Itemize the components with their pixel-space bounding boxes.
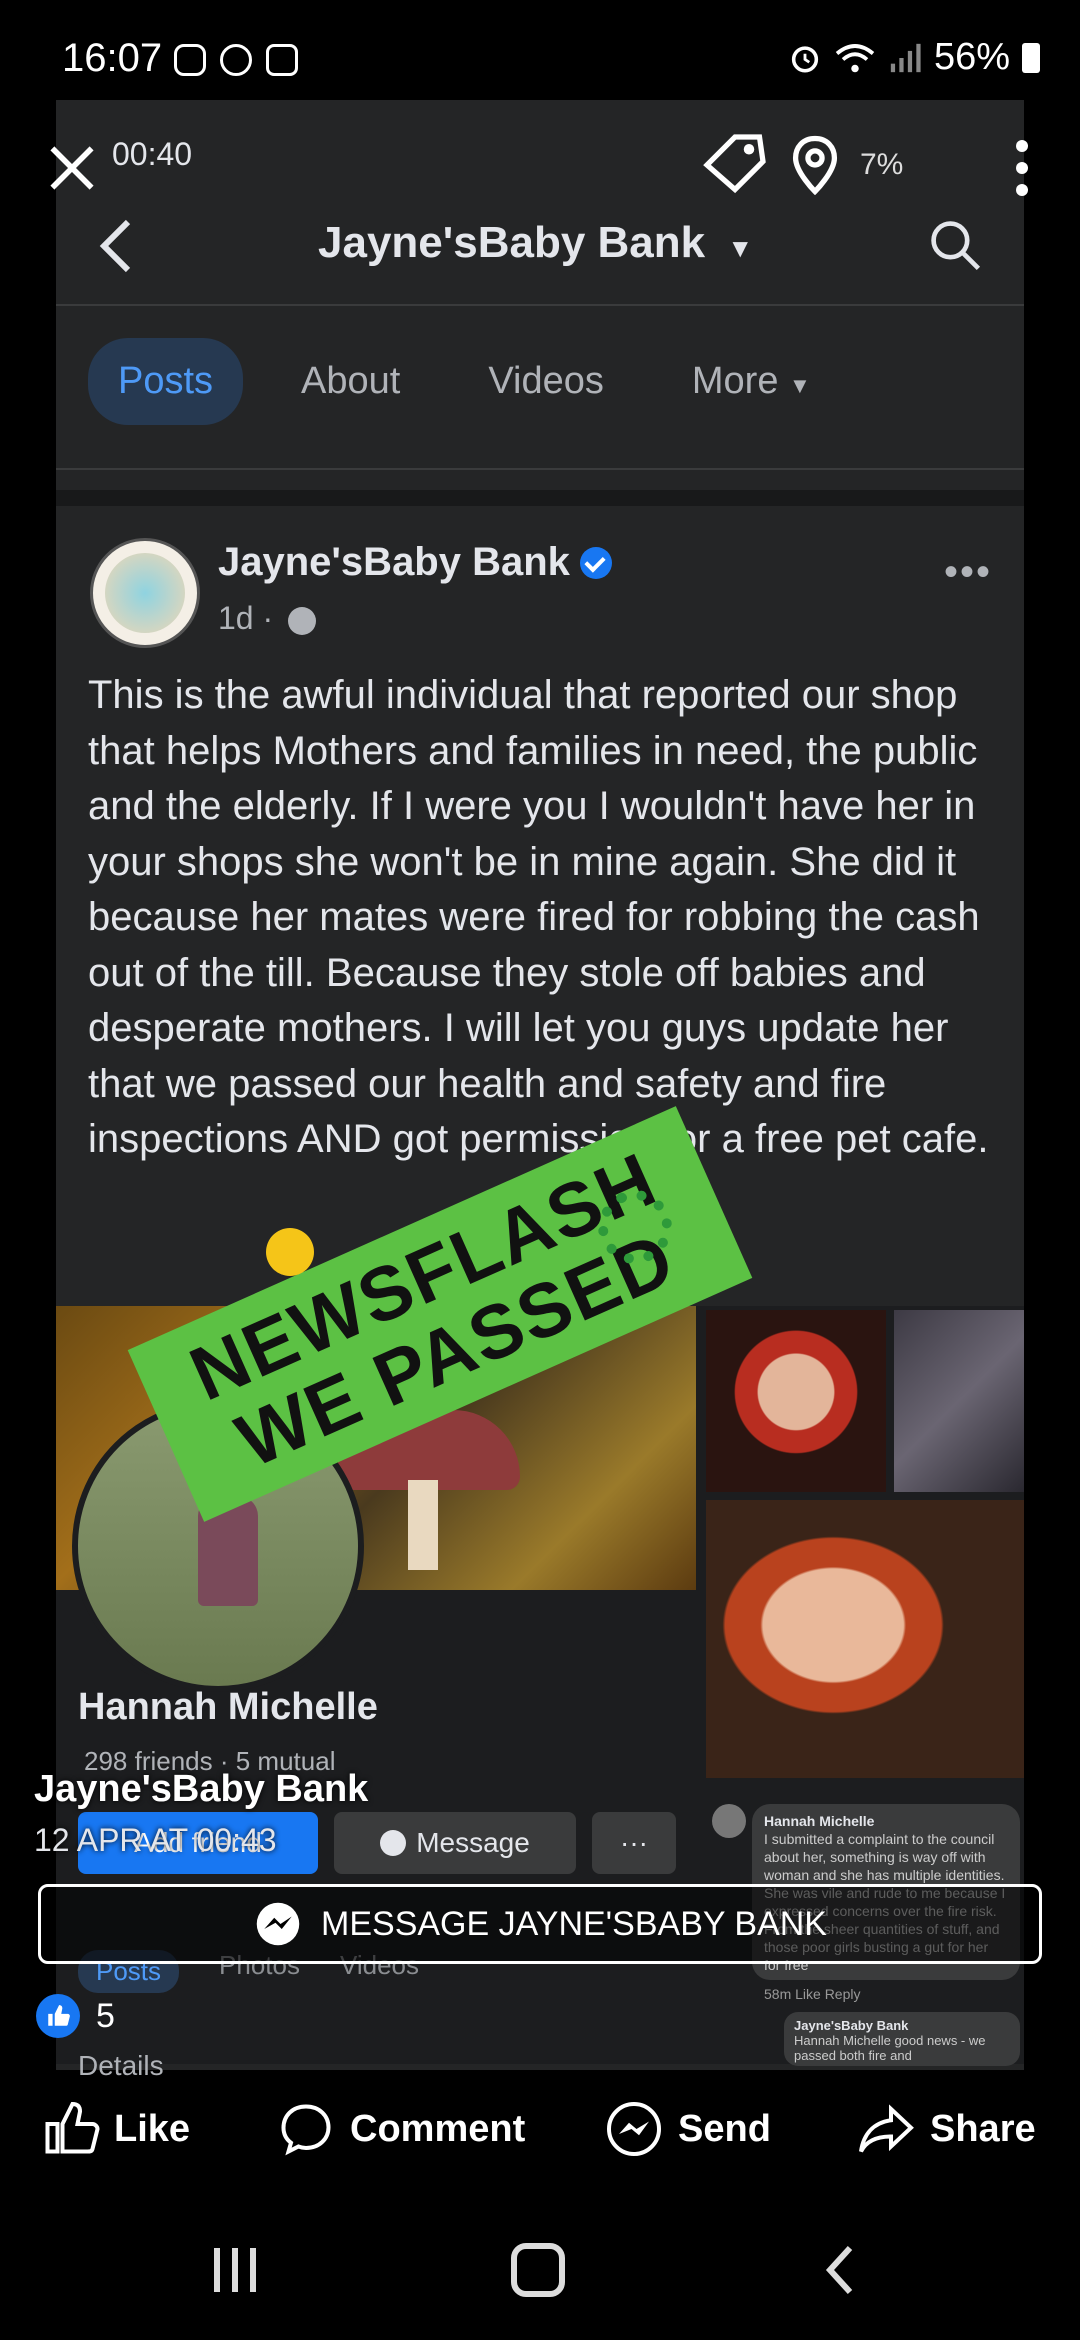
emoji-icon (266, 1228, 314, 1276)
messenger-icon (256, 1902, 300, 1946)
messenger-icon (607, 2102, 661, 2156)
signal-icon (890, 43, 921, 72)
page-title[interactable]: Jayne'sBaby Bank ▼ (318, 218, 753, 268)
tabs-divider (56, 468, 1024, 470)
photo-thumb-2 (894, 1310, 1024, 1492)
tab-more[interactable]: More ▼ (662, 338, 841, 425)
photo-thumb-1 (706, 1310, 886, 1492)
battery-icon (1022, 42, 1040, 73)
profile-more-button: ··· (592, 1812, 676, 1874)
battery-percent: 56% (933, 36, 1010, 78)
mushroom-stem (408, 1480, 438, 1570)
system-nav-bar (0, 2220, 1080, 2320)
reply-bubble: Jayne'sBaby Bank Hannah Michelle good ne… (784, 2012, 1020, 2066)
verified-badge-icon (579, 546, 612, 579)
tab-about[interactable]: About (271, 338, 430, 425)
share-button[interactable]: Share (856, 2099, 1036, 2159)
header-divider (56, 304, 1024, 306)
post-more-icon[interactable]: ••• (944, 550, 992, 595)
video-inner-battery: 7% (860, 148, 904, 181)
commenter-avatar (712, 1804, 746, 1838)
tag-icon[interactable] (700, 130, 770, 200)
checkbox-icon (266, 44, 298, 76)
like-button[interactable]: Like (40, 2099, 190, 2159)
status-notification-icons (174, 44, 298, 76)
comment-meta: 58m Like Reply (764, 1986, 861, 2002)
profile-name: Hannah Michelle (78, 1686, 378, 1728)
video-inner-time: 00:40 (112, 136, 193, 172)
chevron-down-icon: ▼ (727, 233, 754, 263)
comment-button[interactable]: Comment (276, 2099, 525, 2159)
post-text: This is the awful individual that report… (88, 673, 989, 1161)
wifi-icon (835, 43, 875, 72)
alarm-icon (791, 45, 819, 73)
back-icon[interactable] (820, 2242, 860, 2298)
status-right: 56% (788, 36, 1040, 79)
author-avatar[interactable] (90, 538, 200, 648)
post-author[interactable]: Jayne'sBaby Bank (218, 540, 612, 585)
close-icon[interactable] (44, 140, 100, 196)
overlay-date: 12 APR AT 00:43 (34, 1822, 277, 1858)
search-icon[interactable] (928, 218, 984, 274)
thumbs-up-icon (45, 2101, 100, 2154)
chevron-down-icon: ▼ (789, 373, 811, 398)
gear-icon (220, 44, 252, 76)
globe-icon (288, 606, 317, 635)
profile-details: Details (78, 2050, 164, 2081)
section-gap (56, 490, 1024, 506)
video-inner-status: 7% (700, 130, 903, 200)
tab-posts[interactable]: Posts (88, 338, 244, 425)
location-icon[interactable] (788, 135, 842, 195)
photo-thumb-3 (706, 1500, 1024, 1778)
send-button[interactable]: Send (604, 2099, 771, 2159)
post-meta: 1d · (218, 600, 317, 637)
status-time: 16:07 (62, 36, 163, 80)
overlay-page-name[interactable]: Jayne'sBaby Bank (34, 1768, 368, 1811)
back-arrow-icon[interactable] (96, 216, 136, 276)
page-tabs: Posts About Videos More ▼ (88, 338, 869, 425)
reactions-summary[interactable]: 5 (36, 1994, 115, 2038)
comment-icon (281, 2104, 331, 2156)
recent-apps-icon[interactable] (206, 2242, 266, 2298)
like-count: 5 (96, 1996, 115, 2035)
messenger-icon (380, 1830, 407, 1856)
more-options-icon[interactable] (1016, 140, 1032, 206)
message-page-button[interactable]: MESSAGE JAYNE'SBABY BANK (38, 1884, 1042, 1964)
like-reaction-icon (36, 1994, 80, 2038)
tab-videos[interactable]: Videos (458, 338, 634, 425)
instagram-icon (174, 44, 206, 76)
share-icon (859, 2104, 914, 2153)
home-icon[interactable] (508, 2242, 568, 2298)
message-button: Message (334, 1812, 576, 1874)
action-bar: Like Comment Send Share (0, 2094, 1080, 2164)
